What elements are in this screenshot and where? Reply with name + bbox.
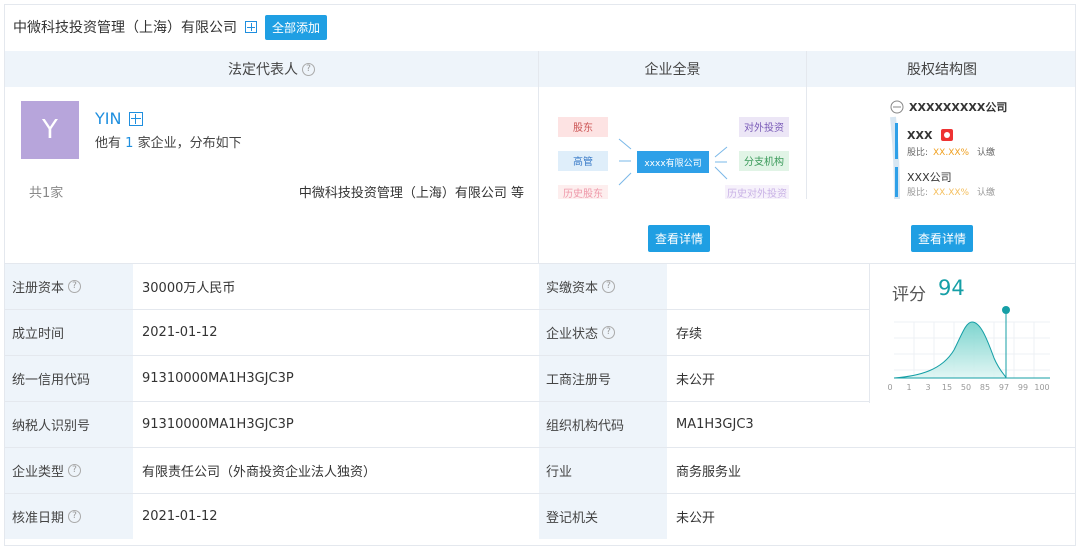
- equity-title: 股权结构图: [907, 59, 977, 79]
- score-panel: 评分 94 0131550859799100: [869, 263, 1076, 403]
- field-label: 核准日期?: [5, 494, 133, 539]
- company-name[interactable]: 中微科技投资管理（上海）有限公司: [13, 17, 237, 37]
- score-tick-label: 0: [887, 383, 892, 392]
- help-icon[interactable]: ?: [68, 280, 81, 293]
- field-value: 2021-01-12: [133, 494, 539, 539]
- help-icon[interactable]: ?: [68, 510, 81, 523]
- score-tick-label: 1: [906, 383, 911, 392]
- help-icon[interactable]: ?: [68, 464, 81, 477]
- field-value: [667, 264, 863, 309]
- field-label: 统一信用代码: [5, 356, 133, 401]
- score-ticks: 0 1 3 15 50 85 97 99 100: [887, 383, 1049, 392]
- avatar: Y: [21, 101, 79, 159]
- overview-header: 企业全景: [539, 51, 807, 87]
- company-info-card: 中微科技投资管理（上海）有限公司 全部添加 法定代表人 ? 企业全景 股权结构图…: [4, 4, 1076, 546]
- node-invest: 对外投资: [744, 121, 784, 134]
- equity-header: 股权结构图: [807, 51, 1076, 87]
- child1-sub: 认缴: [977, 146, 995, 158]
- child1-ratio: XX.XX%: [933, 148, 970, 158]
- node-executive: 高管: [573, 155, 593, 168]
- add-rep-icon[interactable]: [129, 112, 143, 126]
- child1-ratio-prefix: 股比:: [907, 146, 928, 158]
- field-value: 未公开: [667, 494, 1071, 539]
- field-label: 纳税人识别号: [5, 402, 133, 447]
- field-value: 有限责任公司（外商投资企业法人独资）: [133, 448, 539, 493]
- help-icon[interactable]: ?: [602, 280, 615, 293]
- field-value: MA1H3GJC3: [667, 402, 1071, 447]
- add-company-icon[interactable]: [245, 21, 257, 33]
- help-icon[interactable]: ?: [602, 326, 615, 339]
- score-tick-label: 97: [999, 383, 1009, 392]
- field-label: 实缴资本?: [539, 264, 667, 309]
- node-shareholder: 股东: [573, 121, 593, 134]
- field-label: 工商注册号: [539, 356, 667, 401]
- score-tick-label: 85: [980, 383, 990, 392]
- overview-panel: 股东 高管 历史股东 xxxx有限公司 对外投资 分支机构 历史对外投资 查看详…: [539, 87, 807, 263]
- field-label: 组织机构代码: [539, 402, 667, 447]
- equity-child2: XXX公司: [907, 171, 952, 184]
- add-all-button[interactable]: 全部添加: [265, 15, 327, 40]
- field-label: 注册资本?: [5, 264, 133, 309]
- info-row: 纳税人识别号91310000MA1H3GJC3P组织机构代码MA1H3GJC3: [5, 401, 1076, 447]
- field-label: 成立时间: [5, 310, 133, 355]
- field-value: 存续: [667, 310, 863, 355]
- field-label: 行业: [539, 448, 667, 493]
- rep-desc-suffix: 家企业，分布如下: [138, 136, 242, 151]
- info-row: 核准日期?2021-01-12登记机关未公开: [5, 493, 1076, 539]
- legal-rep-title: 法定代表人: [228, 59, 298, 79]
- rep-description: 他有 1 家企业，分布如下: [95, 132, 242, 151]
- score-tick-label: 15: [942, 383, 952, 392]
- help-icon[interactable]: ?: [302, 63, 315, 76]
- rep-company-count[interactable]: 1: [125, 136, 133, 151]
- rep-desc-prefix: 他有: [95, 136, 121, 151]
- field-value: 未公开: [667, 356, 863, 401]
- child2-sub: 认缴: [977, 186, 995, 198]
- score-tick-label: 50: [961, 383, 971, 392]
- field-label: 登记机关: [539, 494, 667, 539]
- score-tick-label: 99: [1018, 383, 1028, 392]
- field-label: 企业类型?: [5, 448, 133, 493]
- company-header: 中微科技投资管理（上海）有限公司 全部添加: [5, 5, 1075, 49]
- field-value: 30000万人民币: [133, 264, 539, 309]
- rep-name-link[interactable]: YIN: [95, 109, 121, 128]
- child2-ratio-prefix: 股比:: [907, 186, 928, 198]
- node-branch: 分支机构: [744, 155, 784, 168]
- distribution-text[interactable]: 中微科技投资管理（上海）有限公司 等: [299, 182, 524, 201]
- child2-ratio: XX.XX%: [933, 188, 970, 198]
- right-arrows: [715, 147, 727, 179]
- info-row: 企业类型?有限责任公司（外商投资企业法人独资）行业商务服务业: [5, 447, 1076, 493]
- rep-name-row: YIN: [95, 109, 143, 128]
- node-history-invest: 历史对外投资: [727, 187, 787, 200]
- node-history-shareholder: 历史股东: [563, 187, 603, 200]
- score-tick-label: 100: [1034, 383, 1049, 392]
- equity-panel: XXXXXXXXX公司 XXX 股比: XX.XX% 认缴 XXX公司 股比: …: [807, 87, 1076, 263]
- score-distribution-chart: 0 1 3 15 50 85 97 99 100: [870, 264, 1076, 404]
- left-arrows: [619, 139, 631, 185]
- equity-root: XXXXXXXXX公司: [909, 101, 1007, 114]
- overview-detail-button[interactable]: 查看详情: [648, 225, 710, 252]
- equity-detail-button[interactable]: 查看详情: [911, 225, 973, 252]
- field-value: 91310000MA1H3GJC3P: [133, 356, 539, 401]
- score-marker-icon: [1002, 306, 1010, 314]
- center-node: xxxx有限公司: [644, 157, 701, 169]
- legal-rep-panel: Y YIN 他有 1 家企业，分布如下 共1家 中微科技投资管理（上海）有限公司…: [5, 87, 539, 263]
- score-tick-label: 3: [925, 383, 930, 392]
- field-value: 2021-01-12: [133, 310, 539, 355]
- legal-rep-header: 法定代表人 ?: [5, 51, 539, 87]
- total-count: 共1家: [29, 182, 63, 201]
- field-value: 91310000MA1H3GJC3P: [133, 402, 539, 447]
- field-label: 企业状态?: [539, 310, 667, 355]
- overview-title: 企业全景: [645, 59, 701, 79]
- field-value: 商务服务业: [667, 448, 1071, 493]
- equity-child1: XXX: [907, 129, 933, 142]
